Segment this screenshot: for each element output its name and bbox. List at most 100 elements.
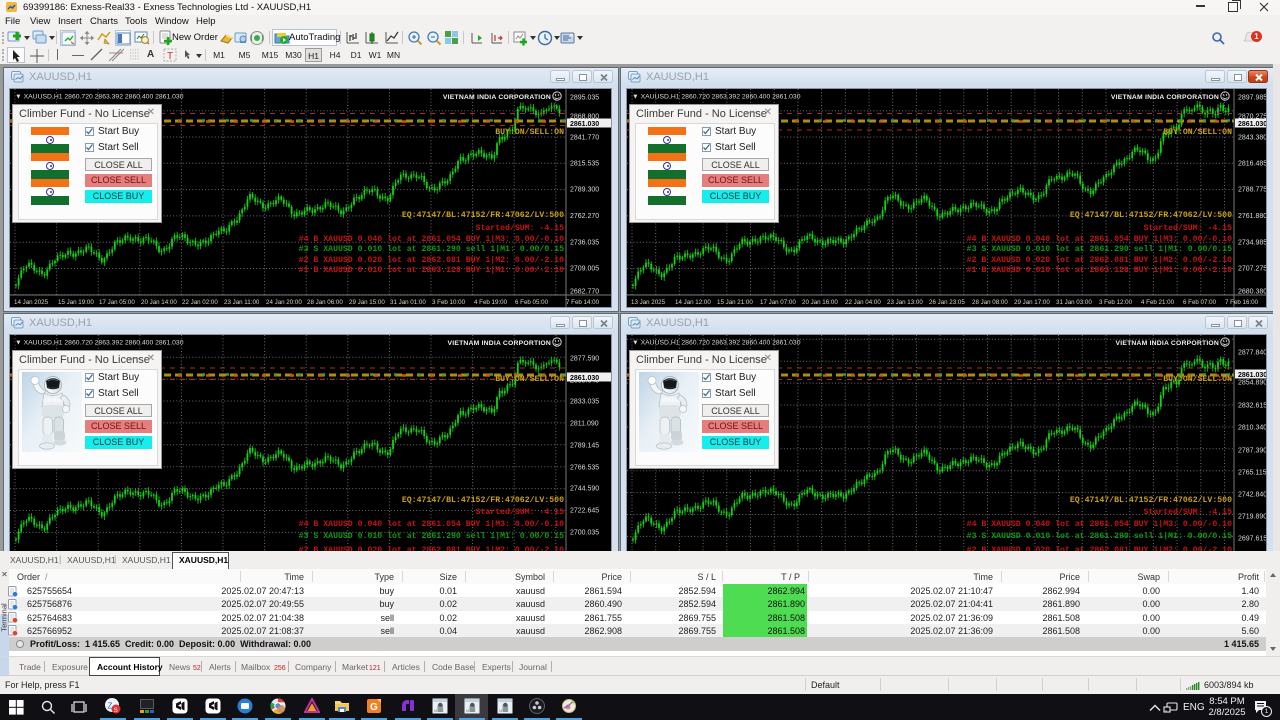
svg-text:31 Jan 03:00: 31 Jan 03:00	[1056, 299, 1092, 306]
svg-text:20 Jan 14:00: 20 Jan 14:00	[141, 299, 177, 306]
svg-text:EQ:47147/BL:47152/FR:47062/LV:: EQ:47147/BL:47152/FR:47062/LV:500	[1070, 495, 1232, 505]
svg-text:17 Jan 05:00: 17 Jan 05:00	[99, 299, 135, 306]
svg-text:2861.030: 2861.030	[1238, 121, 1267, 128]
svg-text:VIETNAM INDIA CORPORTION: VIETNAM INDIA CORPORTION	[448, 340, 551, 347]
svg-text:2762.270: 2762.270	[570, 213, 599, 220]
svg-text:2700.035: 2700.035	[570, 530, 599, 537]
svg-text:2787.390: 2787.390	[1238, 448, 1267, 455]
svg-text:2719.890: 2719.890	[1238, 514, 1267, 521]
svg-text:#2 B XAUUSD 0.020 lot at 2862.: #2 B XAUUSD 0.020 lot at 2862.081 BUY 1|…	[967, 255, 1232, 265]
svg-text:VIETNAM INDIA CORPORATION: VIETNAM INDIA CORPORATION	[1111, 94, 1219, 101]
svg-text:13 Jan 2025: 13 Jan 2025	[631, 299, 666, 306]
svg-text:MT4: MT4	[499, 708, 508, 713]
svg-text:28 Jan 06:00: 28 Jan 06:00	[307, 299, 343, 306]
svg-text:3 Feb 10:00: 3 Feb 10:00	[432, 299, 466, 306]
svg-text:14 Jan 12:00: 14 Jan 12:00	[675, 299, 711, 306]
svg-text:3 Feb 12:00: 3 Feb 12:00	[1099, 299, 1133, 306]
svg-text:Started/SUM: -4.15: Started/SUM: -4.15	[476, 507, 565, 517]
svg-text:#2 B XAUUSD 0.020 lot at 2862.: #2 B XAUUSD 0.020 lot at 2862.081 BUY 1|…	[299, 255, 564, 265]
svg-text:#1 B XAUUSD 0.010 lot at 2863.: #1 B XAUUSD 0.010 lot at 2863.128 BUY 1|…	[299, 265, 564, 275]
svg-text:24 Jan 20:00: 24 Jan 20:00	[266, 299, 302, 306]
svg-text:2742.840: 2742.840	[1238, 492, 1267, 499]
svg-text:2877.840: 2877.840	[1238, 350, 1267, 357]
svg-text:2861.030: 2861.030	[570, 375, 599, 382]
svg-text:2789.145: 2789.145	[570, 443, 599, 450]
svg-text:BUY:ON/SELL:ON: BUY:ON/SELL:ON	[1163, 374, 1232, 384]
svg-text:23 Jan 11:00: 23 Jan 11:00	[224, 299, 260, 306]
svg-text:2709.005: 2709.005	[570, 266, 599, 273]
svg-text:7 Feb 14:00: 7 Feb 14:00	[566, 299, 600, 306]
svg-text:2765.115: 2765.115	[1238, 470, 1267, 477]
svg-text:#4 B XAUUSD 0.040 lot at 2861.: #4 B XAUUSD 0.040 lot at 2861.054 BUY 1|…	[967, 234, 1232, 244]
svg-text:▼ XAUUSD,H1 2860.720 2863.392: ▼ XAUUSD,H1 2860.720 2863.392 2860.400 2…	[632, 340, 801, 347]
svg-text:2766.535: 2766.535	[570, 465, 599, 472]
svg-text:BUY:ON/SELL:ON: BUY:ON/SELL:ON	[1163, 127, 1232, 137]
svg-text:2841.770: 2841.770	[570, 135, 599, 142]
svg-text:MT4: MT4	[466, 708, 475, 713]
svg-text:climber: climber	[43, 397, 65, 404]
svg-text:▼ XAUUSD,H1 2860.720 2863.392: ▼ XAUUSD,H1 2860.720 2863.392 2860.400 2…	[15, 94, 184, 101]
svg-text:22 Jan 02:00: 22 Jan 02:00	[182, 299, 218, 306]
svg-text:#1 B XAUUSD 0.010 lot at 2863.: #1 B XAUUSD 0.010 lot at 2863.128 BUY 1|…	[967, 265, 1232, 275]
svg-text:2722.645: 2722.645	[570, 508, 599, 515]
svg-text:2734.985: 2734.985	[1238, 240, 1267, 247]
svg-text:2877.590: 2877.590	[570, 356, 599, 363]
svg-text:2861.030: 2861.030	[570, 121, 599, 128]
svg-text:2789.300: 2789.300	[570, 187, 599, 194]
svg-text:VIETNAM INDIA CORPORTION: VIETNAM INDIA CORPORTION	[1116, 340, 1219, 347]
svg-text:#3 S XAUUSD 0.010 lot at 2861.: #3 S XAUUSD 0.010 lot at 2861.290 sell 1…	[967, 531, 1232, 541]
svg-text:2895.035: 2895.035	[570, 95, 599, 102]
svg-text:#3 S XAUUSD 0.010 lot at 2861.: #3 S XAUUSD 0.010 lot at 2861.290 sell 1…	[299, 244, 564, 254]
svg-text:6 Feb 05:00: 6 Feb 05:00	[515, 299, 549, 306]
svg-text:15 Jan 21:00: 15 Jan 21:00	[717, 299, 753, 306]
svg-text:▼ XAUUSD,H1 2860.720 2863.392: ▼ XAUUSD,H1 2860.720 2863.392 2860.400 2…	[632, 94, 801, 101]
svg-text:2682.770: 2682.770	[570, 289, 599, 296]
svg-text:23 Jan 13:00: 23 Jan 13:00	[887, 299, 923, 306]
svg-text:2833.035: 2833.035	[570, 399, 599, 406]
svg-text:2861.030: 2861.030	[1238, 372, 1267, 379]
svg-text:2811.090: 2811.090	[570, 421, 599, 428]
svg-text:BUY:ON/SELL:ON: BUY:ON/SELL:ON	[495, 374, 564, 384]
svg-text:EQ:47147/BL:47152/FR:47062/LV:: EQ:47147/BL:47152/FR:47062/LV:500	[1070, 210, 1232, 220]
svg-text:G: G	[370, 702, 378, 713]
svg-text:#4 B XAUUSD 0.040 lot at 2861.: #4 B XAUUSD 0.040 lot at 2861.054 BUY 1|…	[299, 234, 564, 244]
svg-text:2707.275: 2707.275	[1238, 266, 1267, 273]
svg-text:15 Jan 19:00: 15 Jan 19:00	[58, 299, 94, 306]
svg-text:#3 S XAUUSD 0.010 lot at 2861.: #3 S XAUUSD 0.010 lot at 2861.290 sell 1…	[967, 244, 1232, 254]
svg-text:climber: climber	[660, 397, 682, 404]
svg-text:17 Jan 07:00: 17 Jan 07:00	[760, 299, 796, 306]
svg-text:20 Jan 16:00: 20 Jan 16:00	[802, 299, 838, 306]
svg-text:2815.535: 2815.535	[570, 161, 599, 168]
svg-text:2736.035: 2736.035	[570, 240, 599, 247]
svg-text:28 Jan 08:00: 28 Jan 08:00	[972, 299, 1008, 306]
svg-text:2744.590: 2744.590	[570, 486, 599, 493]
svg-text:Started/SUM: -4.15: Started/SUM: -4.15	[1144, 223, 1233, 233]
svg-text:6 Feb 07:00: 6 Feb 07:00	[1183, 299, 1217, 306]
svg-text:22 Jan 04:00: 22 Jan 04:00	[845, 299, 881, 306]
svg-text:BUY:ON/SELL:ON: BUY:ON/SELL:ON	[495, 127, 564, 137]
svg-text:2854.890: 2854.890	[1238, 380, 1267, 387]
svg-text:31 Jan 01:00: 31 Jan 01:00	[390, 299, 426, 306]
svg-text:4 Feb 19:00: 4 Feb 19:00	[474, 299, 508, 306]
svg-text:29 Jan 15:00: 29 Jan 15:00	[349, 299, 385, 306]
svg-text:Started/SUM: -4.15: Started/SUM: -4.15	[476, 223, 565, 233]
svg-text:x: x	[1165, 708, 1167, 713]
svg-text:29 Jan 17:00: 29 Jan 17:00	[1014, 299, 1050, 306]
svg-text:2843.380: 2843.380	[1238, 135, 1267, 142]
svg-text:#4 B XAUUSD 0.040 lot at 2861.: #4 B XAUUSD 0.040 lot at 2861.054 BUY 1|…	[967, 519, 1232, 529]
svg-text:MT4: MT4	[434, 708, 443, 713]
svg-text:▼ XAUUSD,H1 2860.720 2863.392: ▼ XAUUSD,H1 2860.720 2863.392 2860.400 2…	[15, 340, 184, 347]
svg-text:#3 S XAUUSD 0.010 lot at 2861.: #3 S XAUUSD 0.010 lot at 2861.290 sell 1…	[299, 531, 564, 541]
svg-text:S: S	[114, 708, 118, 714]
svg-text:14 Jan 2025: 14 Jan 2025	[14, 299, 49, 306]
svg-text:2897.985: 2897.985	[1238, 95, 1267, 102]
svg-text:Started/SUM: -4.15: Started/SUM: -4.15	[1144, 507, 1233, 517]
svg-text:2810.340: 2810.340	[1238, 425, 1267, 432]
svg-text:#4 B XAUUSD 0.040 lot at 2861.: #4 B XAUUSD 0.040 lot at 2861.054 BUY 1|…	[299, 519, 564, 529]
svg-text:2697.615: 2697.615	[1238, 536, 1267, 543]
svg-text:4 Feb 21:00: 4 Feb 21:00	[1141, 299, 1175, 306]
svg-text:2816.485: 2816.485	[1238, 161, 1267, 168]
svg-text:T: T	[167, 51, 173, 62]
svg-text:2788.775: 2788.775	[1238, 187, 1267, 194]
svg-text:EQ:47147/BL:47152/FR:47062/LV:: EQ:47147/BL:47152/FR:47062/LV:500	[402, 495, 564, 505]
